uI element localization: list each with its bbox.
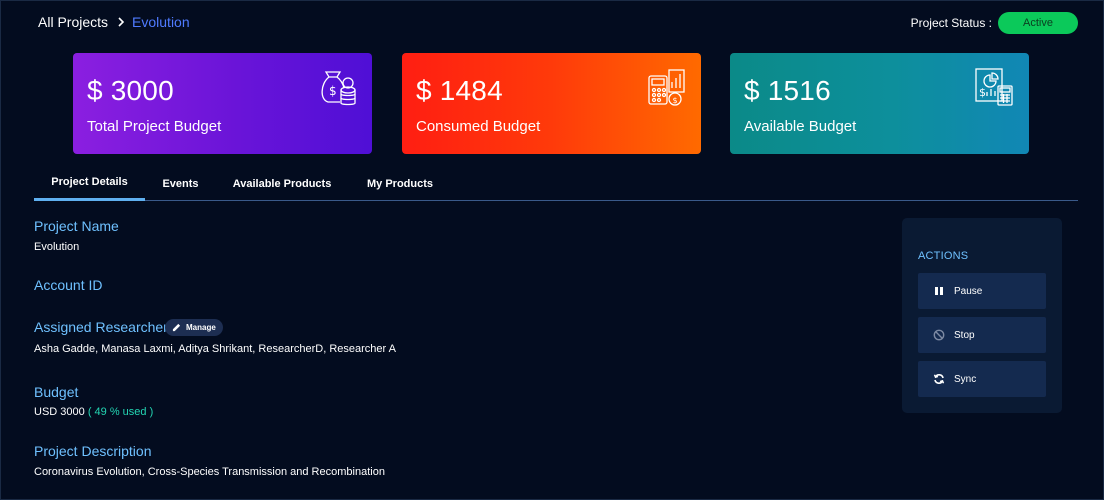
available-budget-label: Available Budget	[744, 118, 857, 135]
budget-report-icon: $	[973, 66, 1015, 108]
account-id-title: Account ID	[34, 277, 103, 293]
budget-title: Budget	[34, 384, 79, 400]
sync-button-label: Sync	[954, 373, 977, 385]
available-budget-card: $ 1516 Available Budget $	[730, 53, 1029, 154]
budget-used-percent: ( 49 % used )	[87, 406, 154, 418]
consumed-budget-card: $ 1484 Consumed Budget $	[402, 53, 701, 154]
breadcrumb-all-projects-link[interactable]: All Projects	[38, 14, 108, 30]
pencil-icon	[172, 323, 186, 332]
calculator-chart-icon: $	[645, 66, 687, 108]
consumed-budget-label: Consumed Budget	[416, 118, 541, 135]
money-bag-coins-icon: $	[316, 66, 358, 108]
total-budget-label: Total Project Budget	[87, 118, 222, 135]
svg-text:$: $	[979, 86, 986, 99]
svg-text:$: $	[329, 84, 337, 98]
project-status-label: Project Status :	[910, 16, 992, 30]
breadcrumb: All Projects Evolution	[38, 14, 190, 30]
total-budget-card: $ 3000 Total Project Budget $	[73, 53, 372, 154]
budget-value-row: USD 3000 ( 49 % used )	[34, 406, 153, 418]
project-description-value: Coronavirus Evolution, Cross-Species Tra…	[34, 466, 385, 478]
manage-researchers-button[interactable]: Manage	[165, 319, 223, 336]
stop-button-label: Stop	[954, 329, 975, 341]
project-description-title: Project Description	[34, 443, 152, 459]
tab-my-products[interactable]: My Products	[348, 166, 452, 201]
chevron-right-icon	[117, 17, 125, 27]
svg-text:$: $	[673, 96, 678, 105]
pause-button-label: Pause	[954, 285, 983, 297]
breadcrumb-current[interactable]: Evolution	[132, 14, 190, 30]
tab-events[interactable]: Events	[145, 166, 216, 201]
assigned-researchers-value: Asha Gadde, Manasa Laxmi, Aditya Shrikan…	[34, 343, 396, 355]
project-name-value: Evolution	[34, 241, 80, 253]
manage-button-label: Manage	[186, 323, 216, 332]
stop-icon	[933, 329, 945, 341]
actions-title: ACTIONS	[918, 250, 969, 262]
assigned-researchers-title: Assigned Researchers	[34, 319, 175, 335]
pause-icon	[933, 285, 945, 297]
tab-project-details[interactable]: Project Details	[34, 166, 145, 201]
sync-icon	[933, 373, 945, 385]
pause-button[interactable]: Pause	[918, 273, 1046, 309]
sync-button[interactable]: Sync	[918, 361, 1046, 397]
tab-available-products[interactable]: Available Products	[216, 166, 348, 201]
project-tabs: Project Details Events Available Product…	[34, 166, 1078, 201]
project-name-title: Project Name	[34, 218, 119, 234]
actions-panel: ACTIONS Pause Stop Sync	[902, 218, 1062, 413]
status-badge: Active	[998, 12, 1078, 34]
budget-value: USD 3000	[34, 406, 85, 418]
project-status: Project Status : Active	[911, 12, 1078, 34]
stop-button[interactable]: Stop	[918, 317, 1046, 353]
